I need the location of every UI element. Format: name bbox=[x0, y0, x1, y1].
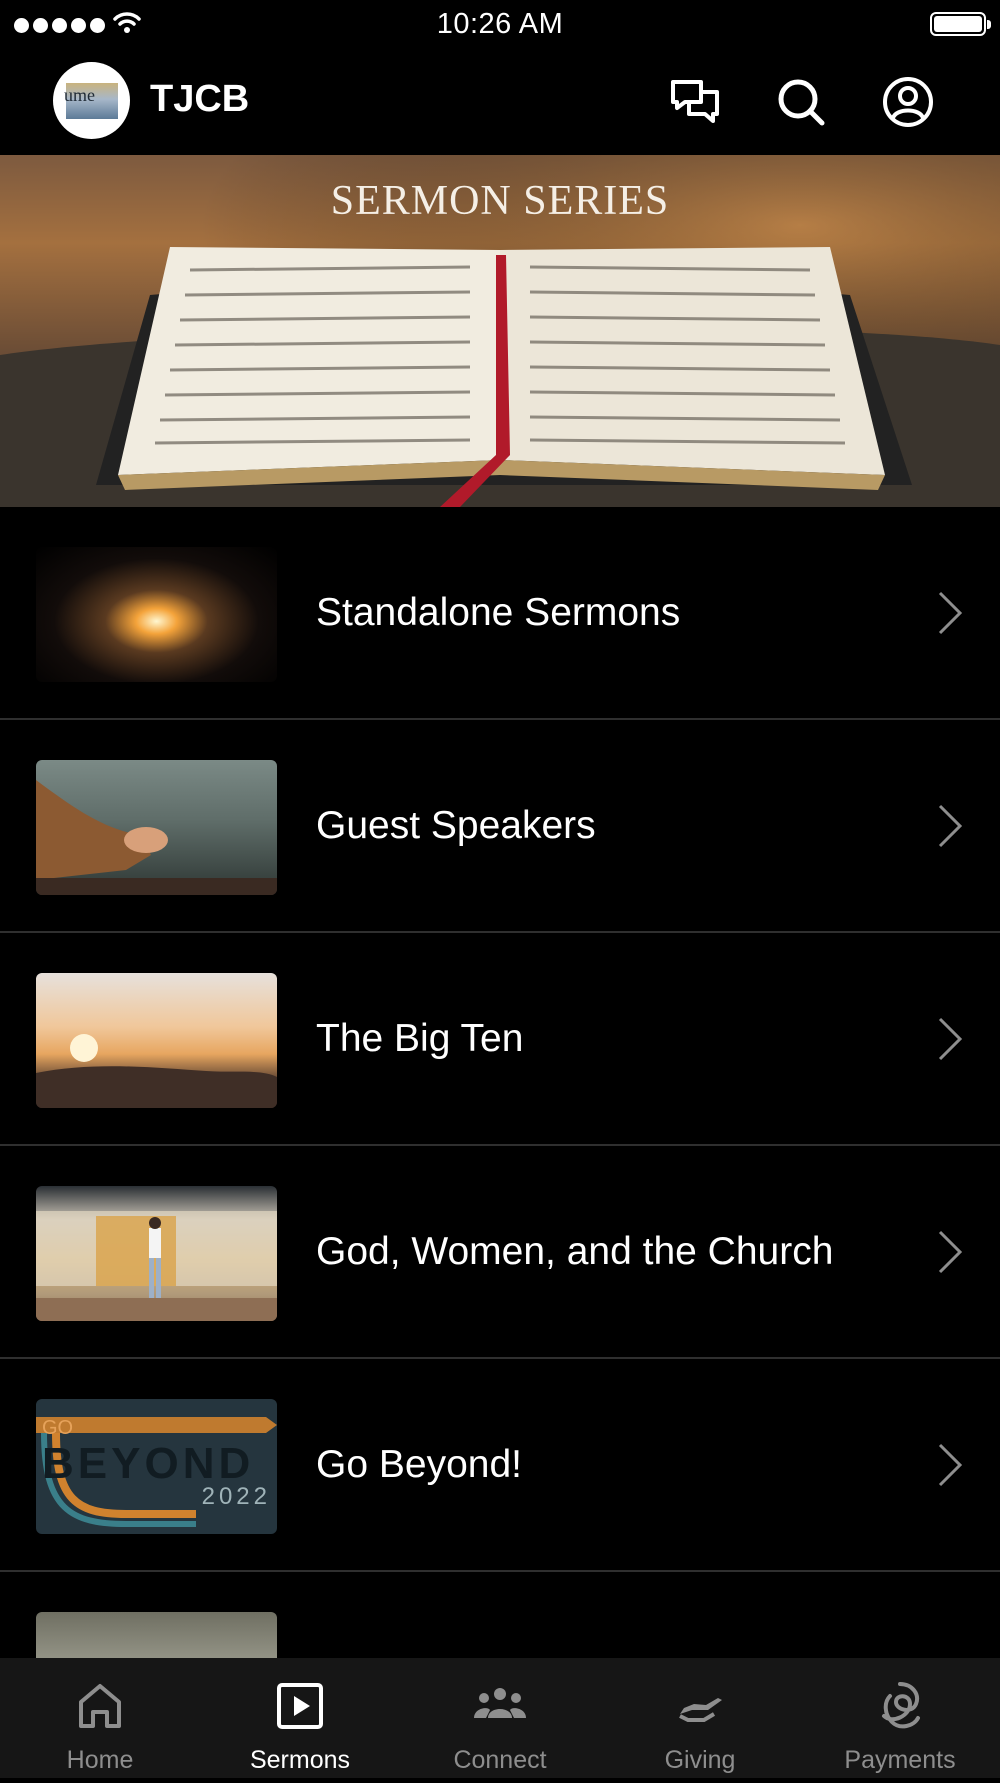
series-thumbnail bbox=[36, 760, 277, 895]
tab-label: Payments bbox=[844, 1746, 956, 1774]
series-list: Standalone Sermons Guest Speakers The Bi… bbox=[0, 507, 1000, 1783]
people-icon bbox=[474, 1688, 526, 1718]
bottom-tab-bar: Home Sermons Connect Giving Payments bbox=[0, 1658, 1000, 1778]
series-title: Standalone Sermons bbox=[316, 591, 681, 634]
series-row-god-women-church[interactable]: God, Women, and the Church bbox=[0, 1146, 1000, 1359]
series-row-standalone-sermons[interactable]: Standalone Sermons bbox=[0, 507, 1000, 720]
app-title: TJCB bbox=[150, 78, 250, 120]
chat-icon[interactable] bbox=[669, 76, 721, 128]
account-icon[interactable] bbox=[882, 76, 934, 128]
tab-giving[interactable]: Giving bbox=[600, 1658, 800, 1778]
sermon-series-banner: SERMON SERIES bbox=[0, 155, 1000, 507]
thumb-go-text: GO bbox=[42, 1417, 74, 1439]
play-icon bbox=[277, 1683, 323, 1729]
chevron-right-icon bbox=[938, 804, 963, 848]
series-title: Guest Speakers bbox=[316, 804, 596, 847]
tab-home[interactable]: Home bbox=[0, 1658, 200, 1778]
series-row-guest-speakers[interactable]: Guest Speakers bbox=[0, 720, 1000, 933]
home-icon bbox=[79, 1684, 121, 1728]
tab-label: Sermons bbox=[249, 1746, 351, 1774]
series-row-the-big-ten[interactable]: The Big Ten bbox=[0, 933, 1000, 1146]
chevron-right-icon bbox=[938, 1443, 963, 1487]
thumb-beyond-text: BEYOND bbox=[42, 1439, 255, 1488]
series-row-go-beyond[interactable]: GO BEYOND 2022 Go Beyond! bbox=[0, 1359, 1000, 1572]
series-thumbnail bbox=[36, 1186, 277, 1321]
chevron-right-icon bbox=[938, 1017, 963, 1061]
logo-text: ume bbox=[64, 85, 95, 105]
tab-payments[interactable]: Payments bbox=[800, 1658, 1000, 1778]
church-logo[interactable]: ume bbox=[53, 62, 130, 139]
series-thumbnail bbox=[36, 547, 277, 682]
tab-label: Giving bbox=[664, 1746, 736, 1774]
tab-sermons[interactable]: Sermons bbox=[200, 1658, 400, 1778]
chevron-right-icon bbox=[938, 1230, 963, 1274]
app-header: ume TJCB bbox=[0, 52, 1000, 152]
tab-label: Home bbox=[66, 1746, 134, 1774]
series-thumbnail: GO BEYOND 2022 bbox=[36, 1399, 277, 1534]
series-thumbnail bbox=[36, 973, 277, 1108]
tab-connect[interactable]: Connect bbox=[400, 1658, 600, 1778]
search-icon[interactable] bbox=[775, 76, 827, 128]
battery-icon bbox=[930, 12, 991, 36]
giving-hand-icon bbox=[679, 1698, 722, 1722]
series-title: Go Beyond! bbox=[316, 1443, 522, 1486]
series-title: God, Women, and the Church bbox=[316, 1230, 834, 1273]
status-bar: 10:26 AM bbox=[0, 0, 1000, 50]
chevron-right-icon bbox=[938, 591, 963, 635]
tab-label: Connect bbox=[453, 1746, 547, 1774]
series-title: The Big Ten bbox=[316, 1017, 524, 1060]
thumb-year-text: 2022 bbox=[201, 1483, 271, 1510]
banner-title: SERMON SERIES bbox=[330, 178, 670, 224]
status-time: 10:26 AM bbox=[436, 8, 564, 40]
payments-icon bbox=[882, 1682, 920, 1729]
